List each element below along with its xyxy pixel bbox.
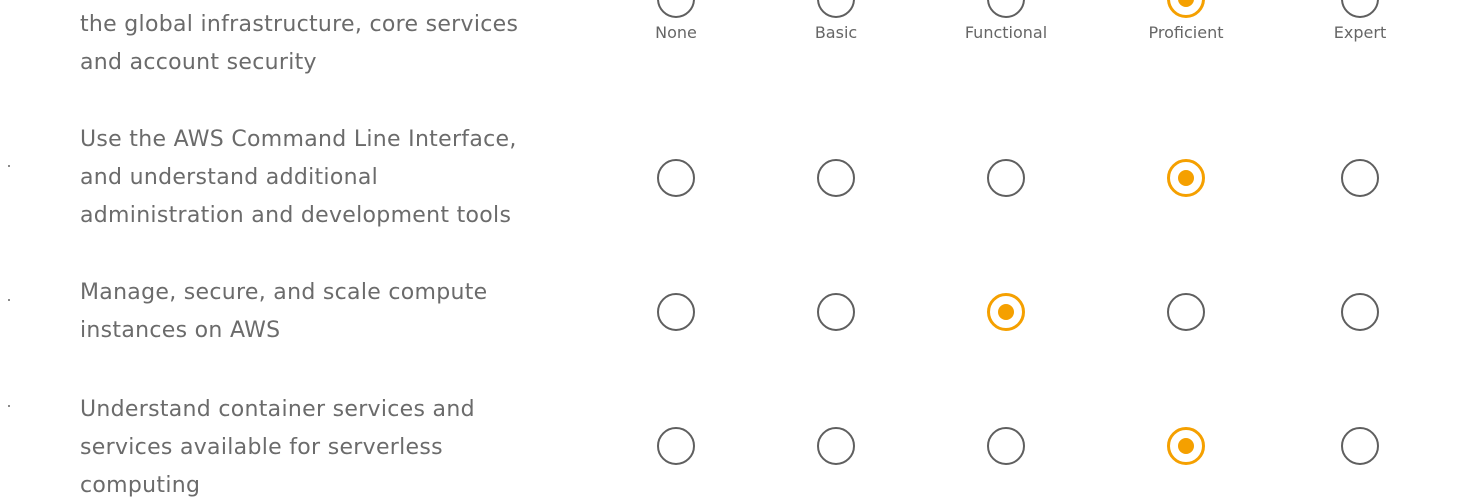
- question-text-aws-cli: Use the AWS Command Line Interface, and …: [80, 121, 580, 235]
- question-line: instances on AWS: [80, 318, 281, 343]
- radio-row1-functional[interactable]: [987, 159, 1025, 197]
- skills-assessment-form: the global infrastructure, core services…: [0, 0, 1484, 504]
- column-label-none: None: [655, 23, 697, 42]
- radio-row2-expert[interactable]: [1341, 293, 1379, 331]
- radio-row3-expert[interactable]: [1341, 427, 1379, 465]
- column-label-basic: Basic: [814, 23, 858, 42]
- question-line: Understand container services and: [80, 397, 475, 422]
- radio-row0-none[interactable]: [657, 0, 695, 18]
- question-line: computing: [80, 473, 201, 498]
- row-marker: [8, 165, 10, 167]
- question-line: Use the AWS Command Line Interface,: [80, 127, 517, 152]
- question-line: administration and development tools: [80, 203, 512, 228]
- radio-row0-proficient[interactable]: [1167, 0, 1205, 18]
- question-line: and account security: [80, 50, 317, 75]
- radio-row2-proficient[interactable]: [1167, 293, 1205, 331]
- column-label-expert: Expert: [1333, 23, 1387, 42]
- column-label-proficient: Proficient: [1148, 23, 1224, 42]
- radio-row2-none[interactable]: [657, 293, 695, 331]
- radio-row1-proficient[interactable]: [1167, 159, 1205, 197]
- radio-row3-proficient[interactable]: [1167, 427, 1205, 465]
- question-text-container-services: Understand container services and servic…: [80, 391, 580, 504]
- question-line: services available for serverless: [80, 435, 443, 460]
- question-line: the global infrastructure, core services: [80, 12, 519, 37]
- radio-row3-none[interactable]: [657, 427, 695, 465]
- row-marker: [8, 299, 10, 301]
- row-marker: [8, 405, 10, 407]
- radio-row2-basic[interactable]: [817, 293, 855, 331]
- radio-row3-basic[interactable]: [817, 427, 855, 465]
- radio-row3-functional[interactable]: [987, 427, 1025, 465]
- question-line: and understand additional: [80, 165, 379, 190]
- question-text-global-infrastructure: the global infrastructure, core services…: [80, 6, 580, 82]
- radio-row0-basic[interactable]: [817, 0, 855, 18]
- column-label-functional: Functional: [964, 23, 1048, 42]
- radio-row2-functional[interactable]: [987, 293, 1025, 331]
- radio-row0-functional[interactable]: [987, 0, 1025, 18]
- radio-row1-none[interactable]: [657, 159, 695, 197]
- radio-row1-expert[interactable]: [1341, 159, 1379, 197]
- radio-row0-expert[interactable]: [1341, 0, 1379, 18]
- radio-row1-basic[interactable]: [817, 159, 855, 197]
- question-text-compute-instances: Manage, secure, and scale compute instan…: [80, 274, 580, 350]
- question-line: Manage, secure, and scale compute: [80, 280, 488, 305]
